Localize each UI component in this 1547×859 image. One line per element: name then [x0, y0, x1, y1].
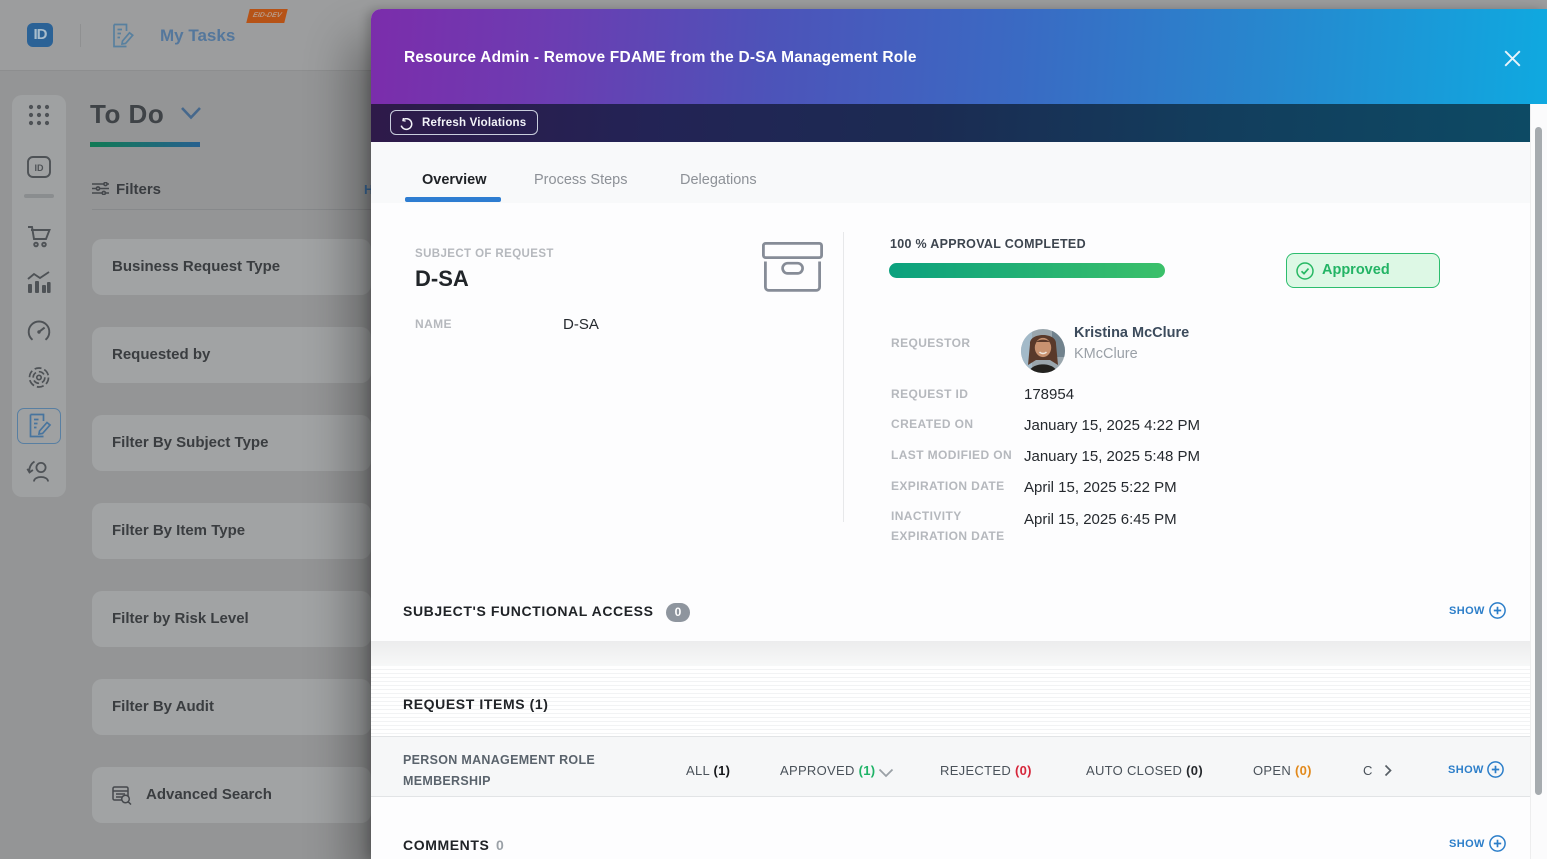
- svg-text:ID: ID: [35, 163, 45, 173]
